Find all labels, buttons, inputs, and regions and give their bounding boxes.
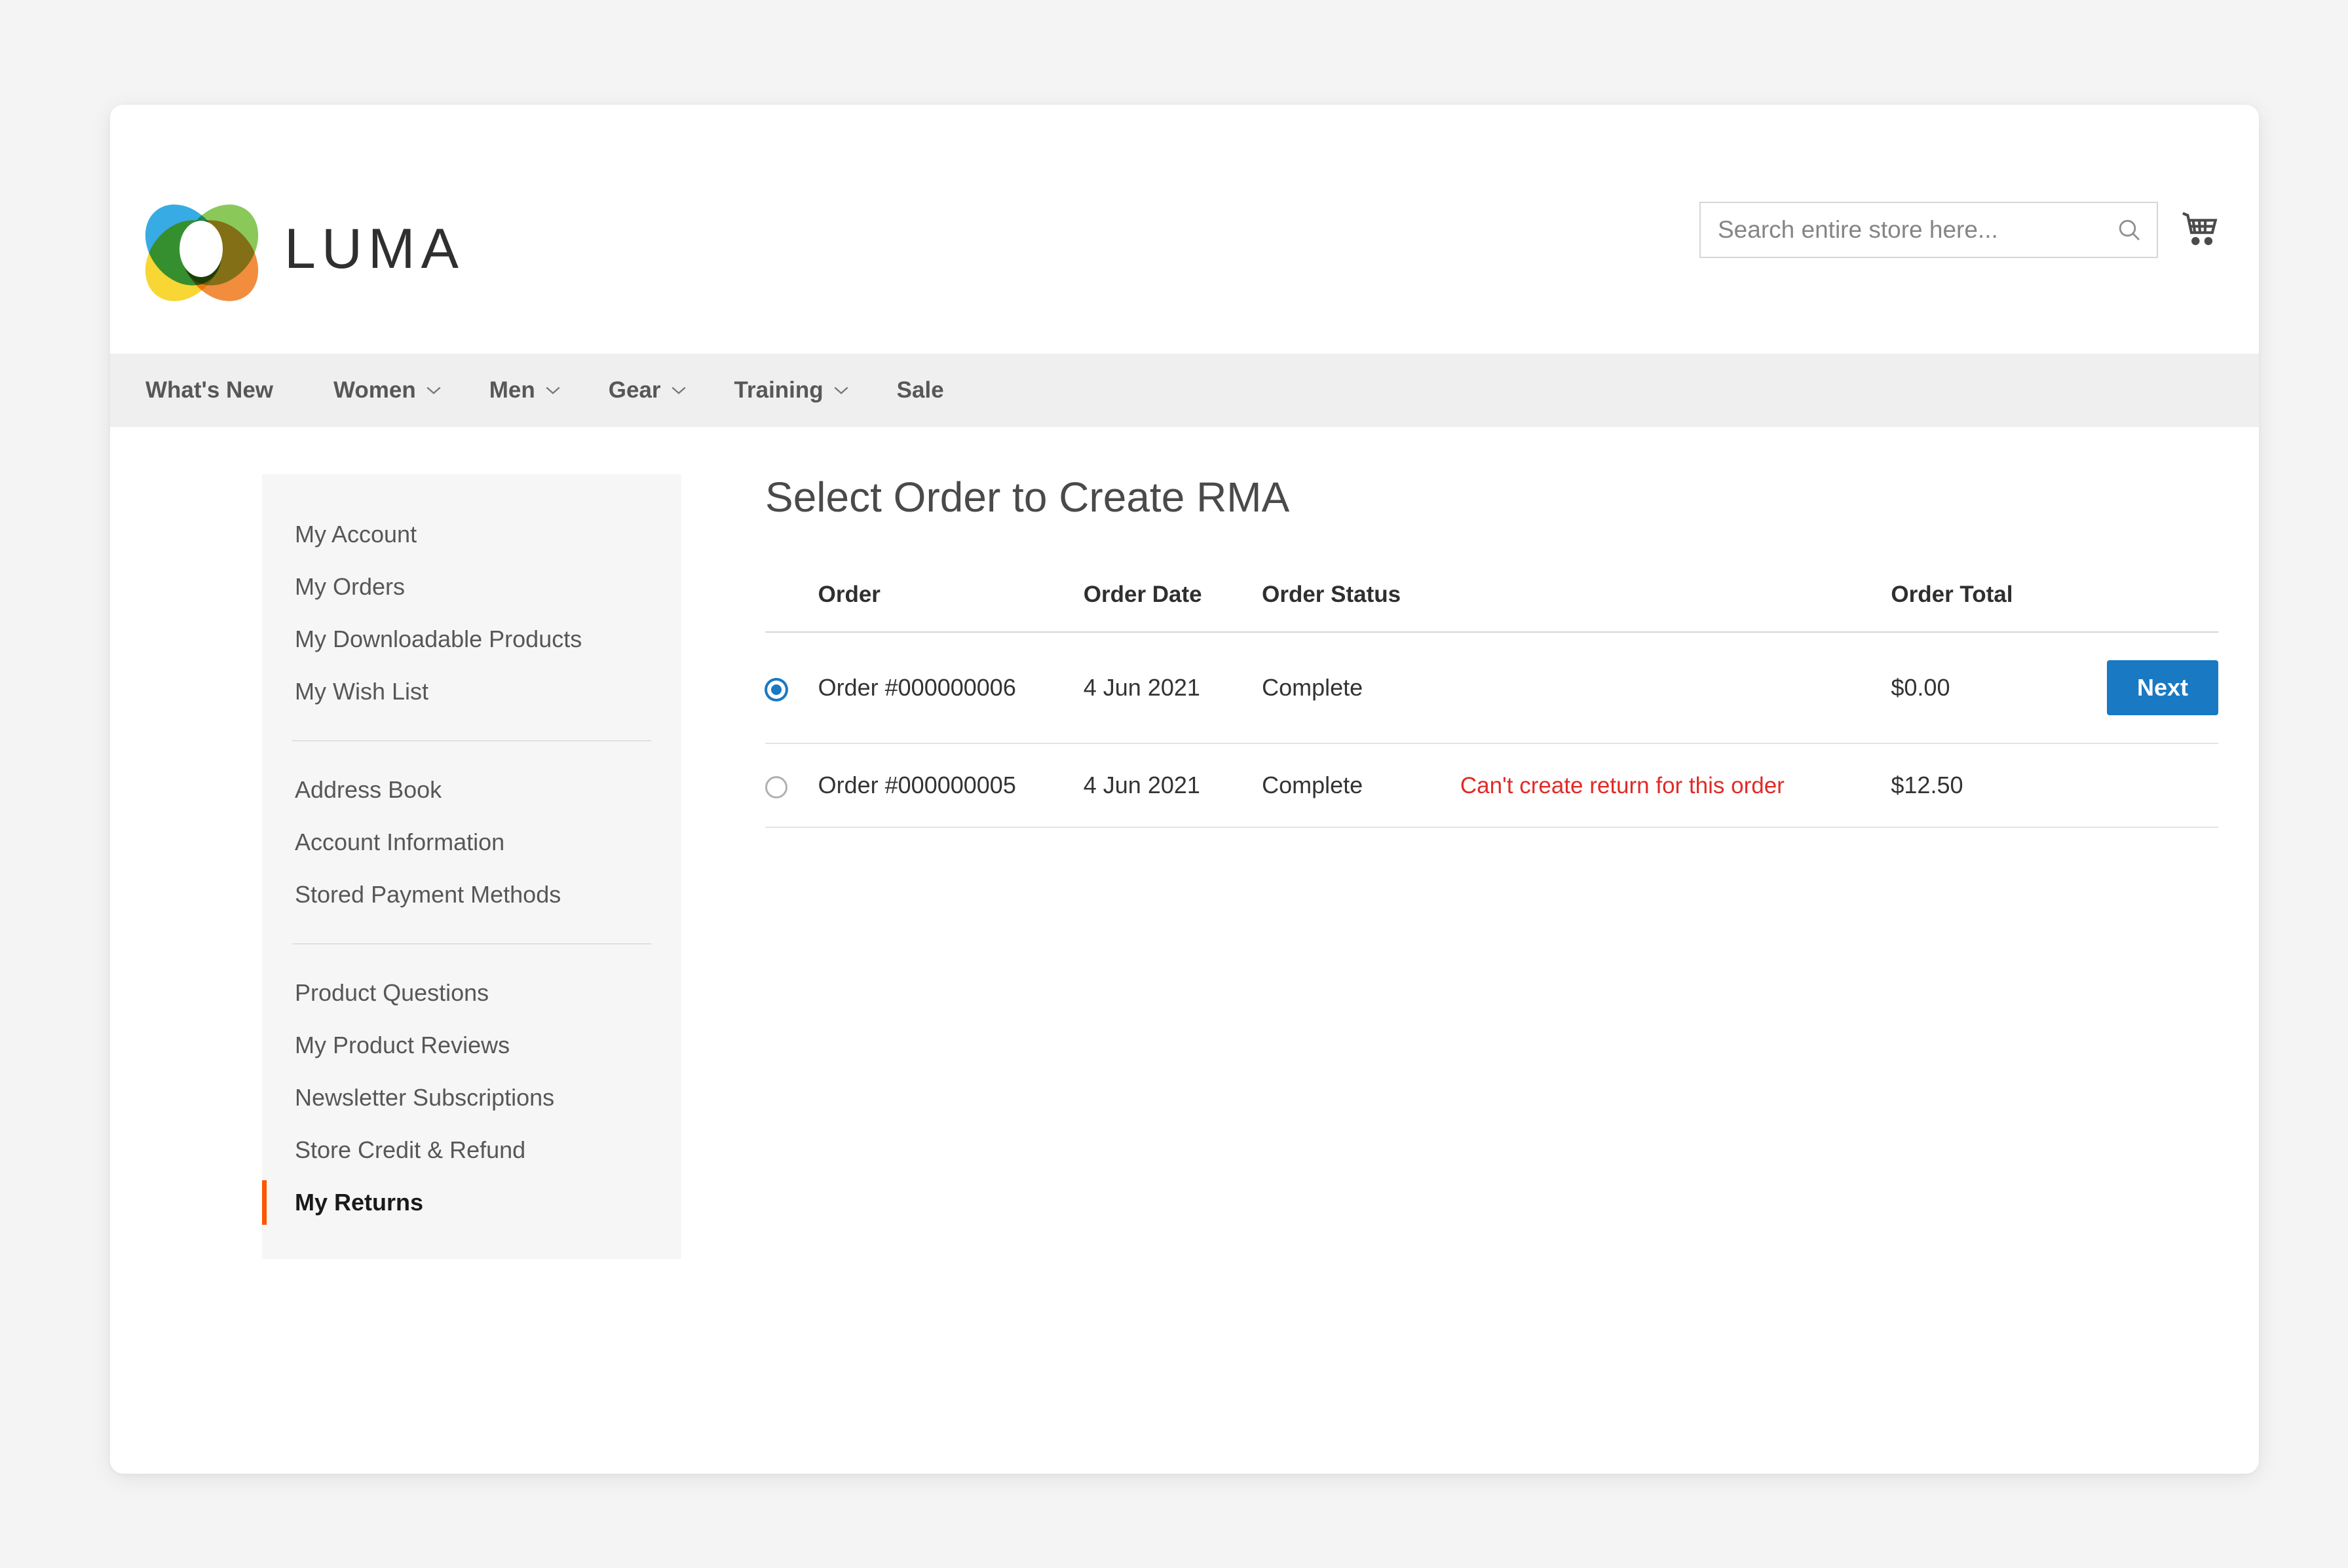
page-card: LUMA What's New xyxy=(110,105,2259,1474)
sidebar-item-stored-payment-methods[interactable]: Stored Payment Methods xyxy=(262,868,681,921)
sidebar-item-label: My Account xyxy=(295,521,417,548)
sidebar-item-label: Address Book xyxy=(295,776,442,803)
sidebar-item-label: My Downloadable Products xyxy=(295,625,582,652)
sidebar-item-my-wish-list[interactable]: My Wish List xyxy=(262,665,681,718)
shopping-cart-icon[interactable] xyxy=(2180,210,2221,250)
cell-order-date: 4 Jun 2021 xyxy=(1083,632,1262,745)
chevron-down-icon xyxy=(834,386,848,394)
table-row[interactable]: Order #000000005 4 Jun 2021 Complete Can… xyxy=(765,743,2218,829)
sidebar-item-label: Product Questions xyxy=(295,979,489,1006)
nav-item-label: Sale xyxy=(896,377,944,403)
sidebar-item-my-account[interactable]: My Account xyxy=(262,508,681,561)
nav-item-sale[interactable]: Sale xyxy=(873,354,968,427)
header-actions xyxy=(1699,202,2221,258)
nav-item-label: Training xyxy=(734,377,824,403)
sidebar-item-label: Stored Payment Methods xyxy=(295,881,561,908)
cell-order: Order #000000005 xyxy=(818,743,1084,829)
sidebar-item-account-information[interactable]: Account Information xyxy=(262,816,681,868)
account-sidebar: My Account My Orders My Downloadable Pro… xyxy=(262,474,681,1259)
chevron-down-icon xyxy=(546,386,560,394)
nav-item-training[interactable]: Training xyxy=(711,354,873,427)
sidebar-item-label: My Product Reviews xyxy=(295,1032,510,1058)
cell-order-total: $12.50 xyxy=(1891,743,2059,829)
sidebar-group-activity: Product Questions My Product Reviews New… xyxy=(262,967,681,1229)
sidebar-divider xyxy=(292,740,651,741)
nav-item-label: Gear xyxy=(608,377,661,403)
cell-select[interactable] xyxy=(765,743,818,829)
column-header-order-total: Order Total xyxy=(1891,582,2059,633)
sidebar-item-address-book[interactable]: Address Book xyxy=(262,764,681,816)
sidebar-group-account: My Account My Orders My Downloadable Pro… xyxy=(262,508,681,718)
column-header-order-status: Order Status xyxy=(1262,582,1460,633)
nav-item-whats-new[interactable]: What's New xyxy=(145,354,310,427)
column-header-order: Order xyxy=(818,582,1084,633)
sidebar-divider xyxy=(292,943,651,944)
search-input[interactable] xyxy=(1701,203,2157,257)
nav-item-label: Men xyxy=(489,377,535,403)
sidebar-item-label: My Orders xyxy=(295,573,406,600)
orders-table-head: Order Order Date Order Status Order Tota… xyxy=(765,582,2218,633)
search-box[interactable] xyxy=(1699,202,2158,258)
sidebar-item-my-orders[interactable]: My Orders xyxy=(262,561,681,613)
content-area: My Account My Orders My Downloadable Pro… xyxy=(110,427,2259,1259)
column-header-select xyxy=(765,582,818,633)
nav-item-women[interactable]: Women xyxy=(310,354,466,427)
return-error-message: Can't create return for this order xyxy=(1460,773,1785,799)
sidebar-item-label: Account Information xyxy=(295,829,505,855)
nav-item-men[interactable]: Men xyxy=(466,354,585,427)
sidebar-item-label: My Wish List xyxy=(295,678,429,705)
column-header-action xyxy=(2058,582,2218,633)
sidebar-item-label: My Returns xyxy=(295,1189,424,1216)
next-button[interactable]: Next xyxy=(2106,660,2218,716)
chevron-down-icon xyxy=(426,386,441,394)
cell-order-status: Complete xyxy=(1262,743,1460,829)
cell-note xyxy=(1460,632,1891,745)
sidebar-item-my-downloadable-products[interactable]: My Downloadable Products xyxy=(262,613,681,665)
cell-order-total: $0.00 xyxy=(1891,632,2059,745)
cell-action xyxy=(2058,743,2218,829)
search-icon[interactable] xyxy=(2116,217,2142,243)
sidebar-item-store-credit-refund[interactable]: Store Credit & Refund xyxy=(262,1124,681,1176)
logo-wordmark: LUMA xyxy=(284,217,464,280)
logo-center-hole xyxy=(180,221,223,277)
luma-ring-logo-icon xyxy=(129,189,275,316)
order-radio-unselected[interactable] xyxy=(765,775,787,798)
cell-order: Order #000000006 xyxy=(818,632,1084,745)
sidebar-item-label: Newsletter Subscriptions xyxy=(295,1084,555,1111)
sidebar-item-label: Store Credit & Refund xyxy=(295,1136,526,1163)
sidebar-item-my-product-reviews[interactable]: My Product Reviews xyxy=(262,1019,681,1072)
cell-order-status: Complete xyxy=(1262,632,1460,745)
chevron-down-icon xyxy=(672,386,686,394)
nav-item-label: What's New xyxy=(145,377,274,403)
table-header-row: Order Order Date Order Status Order Tota… xyxy=(765,582,2218,633)
cell-action: Next xyxy=(2058,632,2218,745)
orders-table: Order Order Date Order Status Order Tota… xyxy=(765,582,2218,829)
column-header-order-date: Order Date xyxy=(1083,582,1262,633)
cell-order-date: 4 Jun 2021 xyxy=(1083,743,1262,829)
sidebar-item-my-returns[interactable]: My Returns xyxy=(262,1176,681,1229)
page-title: Select Order to Create RMA xyxy=(765,474,1290,521)
main-navigation: What's New Women Men Gear Training Sale xyxy=(110,354,2259,427)
cell-note: Can't create return for this order xyxy=(1460,743,1891,829)
sidebar-group-profile: Address Book Account Information Stored … xyxy=(262,764,681,921)
sidebar-item-newsletter-subscriptions[interactable]: Newsletter Subscriptions xyxy=(262,1072,681,1124)
orders-table-body: Order #000000006 4 Jun 2021 Complete $0.… xyxy=(765,632,2218,829)
main-content: Select Order to Create RMA Order Order D… xyxy=(681,474,2259,829)
nav-item-label: Women xyxy=(333,377,416,403)
column-header-note xyxy=(1460,582,1891,633)
cell-select[interactable] xyxy=(765,632,818,745)
site-header: LUMA xyxy=(110,105,2259,354)
sidebar-item-product-questions[interactable]: Product Questions xyxy=(262,967,681,1019)
table-row[interactable]: Order #000000006 4 Jun 2021 Complete $0.… xyxy=(765,632,2218,745)
site-logo[interactable]: LUMA xyxy=(129,189,464,316)
order-radio-selected[interactable] xyxy=(765,678,787,701)
nav-item-gear[interactable]: Gear xyxy=(585,354,711,427)
